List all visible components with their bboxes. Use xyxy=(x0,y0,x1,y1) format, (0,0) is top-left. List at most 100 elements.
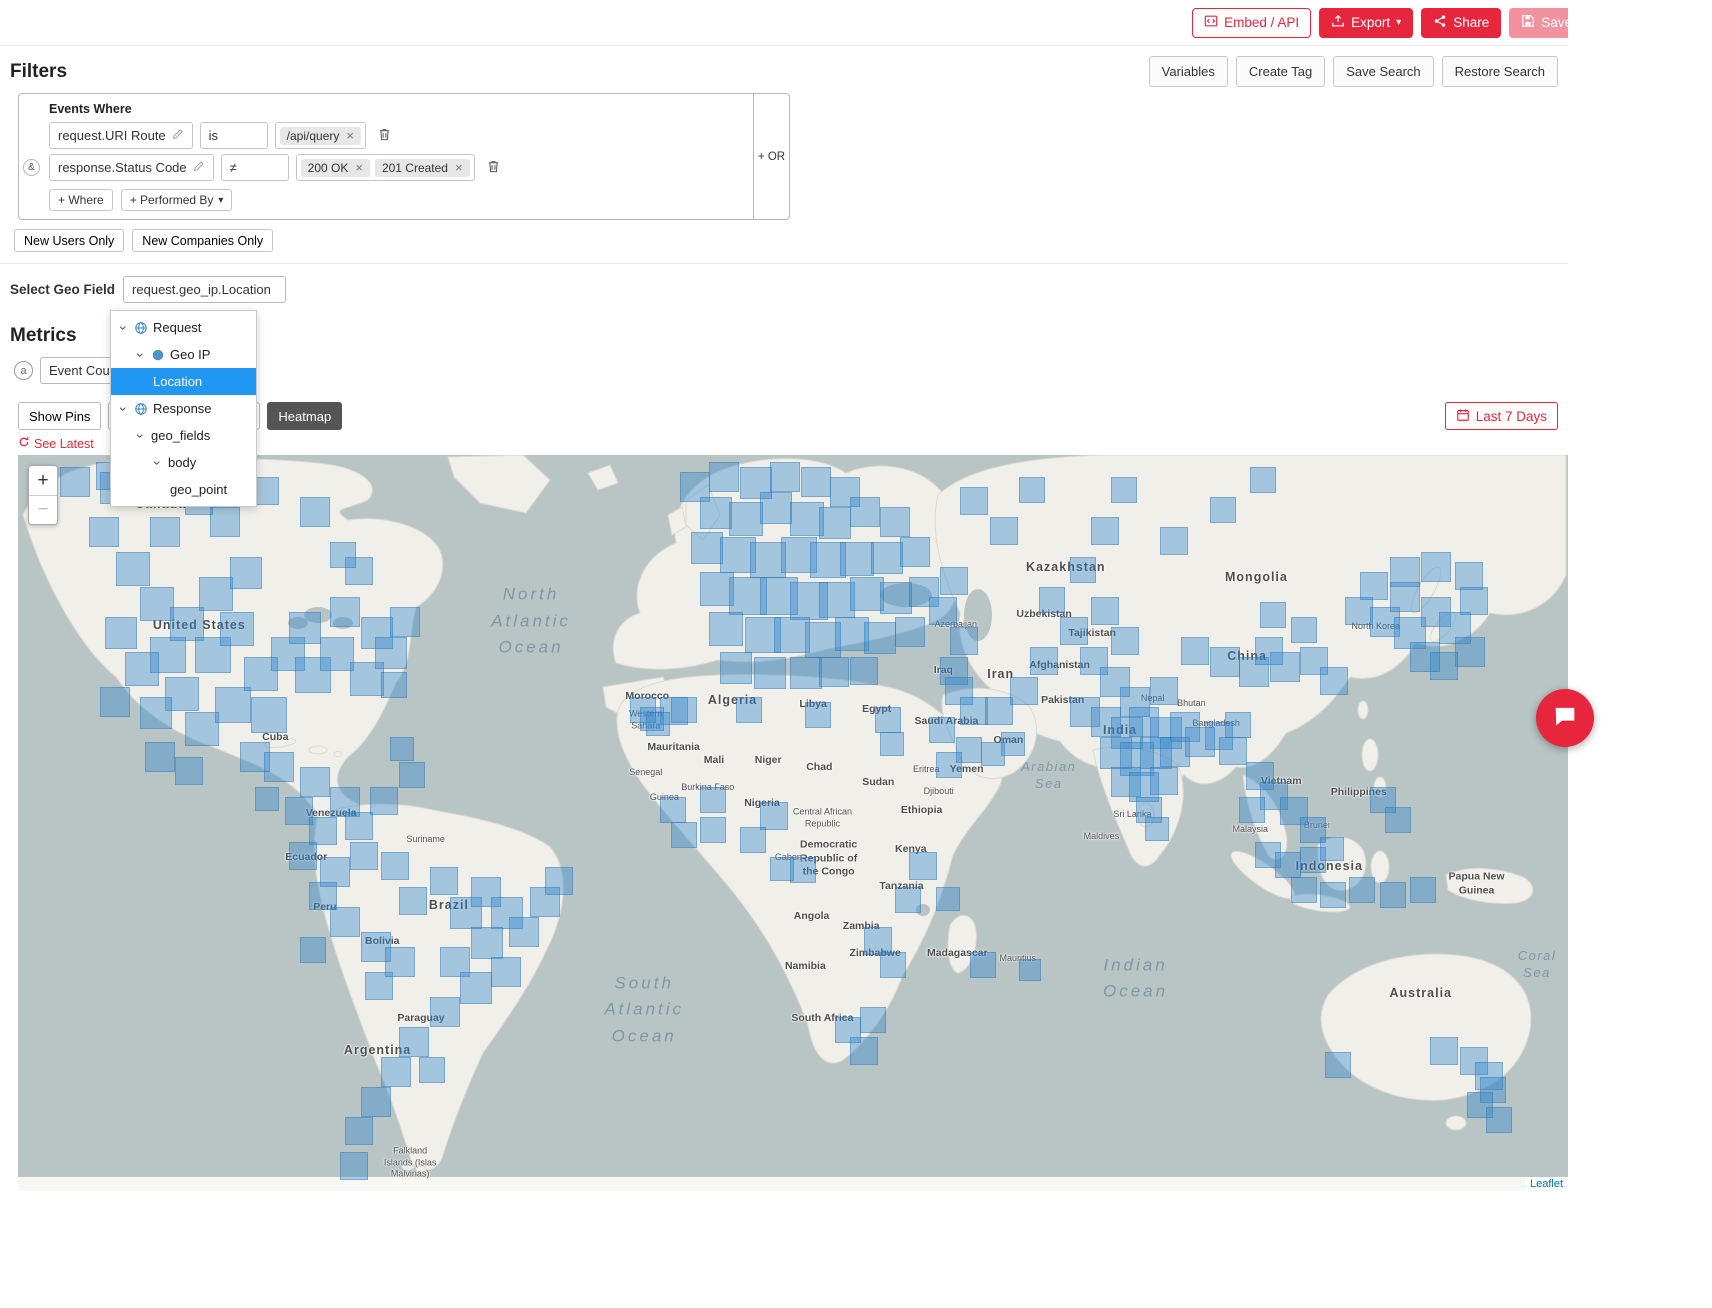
new-companies-only-button[interactable]: New Companies Only xyxy=(132,229,273,252)
world-map[interactable]: CanadaUnited StatesCubaVenezuelaSuriname… xyxy=(18,455,1568,1191)
geo-field-input[interactable]: request.geo_ip.Location xyxy=(123,276,286,303)
save-button[interactable]: Save xyxy=(1509,8,1568,38)
dropdown-item-location[interactable]: Location xyxy=(111,368,256,395)
heat-square xyxy=(970,952,996,978)
heat-square xyxy=(1325,1052,1351,1078)
operator-selector[interactable]: ≠ xyxy=(221,154,289,181)
add-or-button[interactable]: + OR xyxy=(753,94,789,219)
heat-square xyxy=(340,1152,368,1180)
heat-square xyxy=(255,787,279,811)
remove-chip-icon[interactable]: × xyxy=(355,161,363,174)
heat-square xyxy=(646,712,670,736)
heat-square xyxy=(740,827,766,853)
heat-square xyxy=(880,582,912,614)
filter-values[interactable]: /api/query × xyxy=(275,122,366,149)
delete-filter-button[interactable] xyxy=(486,159,501,177)
heat-square xyxy=(1239,797,1265,823)
app-container: Embed / API Export ▾ Share Save Filters … xyxy=(0,0,1568,1191)
dropdown-item-geo-ip[interactable]: ›Geo IP xyxy=(111,341,256,368)
heat-square xyxy=(1349,877,1375,903)
dropdown-item-request[interactable]: › Request xyxy=(111,314,256,341)
heat-square xyxy=(1455,562,1483,590)
heat-square xyxy=(950,627,978,655)
heatmap-button[interactable]: Heatmap xyxy=(267,402,342,430)
heat-square xyxy=(150,517,180,547)
filters-actions: Variables Create Tag Save Search Restore… xyxy=(1149,56,1558,87)
heat-square xyxy=(700,787,726,813)
heat-square xyxy=(805,702,831,728)
heat-square xyxy=(491,957,521,987)
events-where-panel: Events Where request.URI Route is /api/q… xyxy=(18,93,790,220)
share-button[interactable]: Share xyxy=(1421,8,1501,38)
embed-api-button[interactable]: Embed / API xyxy=(1192,8,1311,38)
chevron-down-icon[interactable]: › xyxy=(117,404,131,414)
heat-square xyxy=(960,487,988,515)
chevron-down-icon[interactable]: › xyxy=(151,458,165,468)
and-joiner[interactable]: & xyxy=(23,159,40,176)
earth-icon xyxy=(151,348,165,362)
variables-button[interactable]: Variables xyxy=(1149,56,1228,87)
save-icon xyxy=(1521,14,1535,31)
trash-icon xyxy=(377,130,392,145)
heat-square xyxy=(1070,557,1096,583)
zoom-out-button[interactable]: − xyxy=(29,495,57,524)
restore-search-button[interactable]: Restore Search xyxy=(1442,56,1558,87)
new-users-only-button[interactable]: New Users Only xyxy=(14,229,124,252)
heat-square xyxy=(1150,767,1178,795)
heat-square xyxy=(199,577,233,611)
remove-chip-icon[interactable]: × xyxy=(346,129,354,142)
add-where-button[interactable]: + Where xyxy=(49,189,113,211)
zoom-in-button[interactable]: + xyxy=(29,466,57,495)
dropdown-item-geo-point[interactable]: geo_point xyxy=(111,476,256,503)
heat-square xyxy=(1430,1037,1458,1065)
heat-square xyxy=(1390,582,1420,612)
heat-square xyxy=(709,462,739,492)
chevron-down-icon[interactable]: › xyxy=(134,350,148,360)
filter-values[interactable]: 200 OK × 201 Created × xyxy=(296,154,475,181)
heat-square xyxy=(285,797,313,825)
heat-square xyxy=(381,672,407,698)
heat-square xyxy=(1385,807,1411,833)
create-tag-button[interactable]: Create Tag xyxy=(1236,56,1325,87)
dropdown-item-body[interactable]: ›body xyxy=(111,449,256,476)
dropdown-item-geo-fields[interactable]: ›geo_fields xyxy=(111,422,256,449)
zoom-control: + − xyxy=(28,465,58,525)
delete-filter-button[interactable] xyxy=(377,127,392,145)
save-search-button[interactable]: Save Search xyxy=(1333,56,1433,87)
heat-square xyxy=(399,762,425,788)
events-where-label: Events Where xyxy=(49,102,743,116)
heat-square xyxy=(1250,467,1276,493)
date-range-button[interactable]: Last 7 Days xyxy=(1445,402,1558,430)
heat-square xyxy=(375,637,407,669)
export-button[interactable]: Export ▾ xyxy=(1319,8,1413,38)
see-latest-link[interactable]: See Latest xyxy=(18,436,94,451)
heat-square xyxy=(895,887,921,913)
chevron-down-icon[interactable]: › xyxy=(117,323,131,333)
heat-square xyxy=(860,1007,886,1033)
filters-title: Filters xyxy=(10,61,67,83)
heat-square xyxy=(1275,852,1301,878)
divider xyxy=(0,263,1568,264)
field-selector[interactable]: request.URI Route xyxy=(49,122,193,149)
heat-square xyxy=(1181,637,1209,665)
heat-square xyxy=(871,542,903,574)
trash-icon xyxy=(486,162,501,177)
operator-selector[interactable]: is xyxy=(200,122,268,149)
heat-square xyxy=(60,467,90,497)
dropdown-item-label: Request xyxy=(153,320,201,335)
field-selector[interactable]: response.Status Code xyxy=(49,154,214,181)
show-pins-button[interactable]: Show Pins xyxy=(18,402,101,430)
heat-square xyxy=(1219,737,1247,765)
heat-square xyxy=(864,622,896,654)
remove-chip-icon[interactable]: × xyxy=(455,161,463,174)
caret-down-icon: ▾ xyxy=(218,195,223,206)
heat-square xyxy=(1210,497,1236,523)
globe-icon xyxy=(134,321,148,335)
heat-square xyxy=(754,657,786,689)
chat-bubble-button[interactable] xyxy=(1536,689,1594,747)
add-performed-by-button[interactable]: + Performed By ▾ xyxy=(121,189,233,211)
dropdown-item-label: body xyxy=(168,455,196,470)
chevron-down-icon[interactable]: › xyxy=(134,431,148,441)
dropdown-item-response[interactable]: ›Response xyxy=(111,395,256,422)
leaflet-attribution[interactable]: Leaflet xyxy=(1525,1177,1568,1191)
